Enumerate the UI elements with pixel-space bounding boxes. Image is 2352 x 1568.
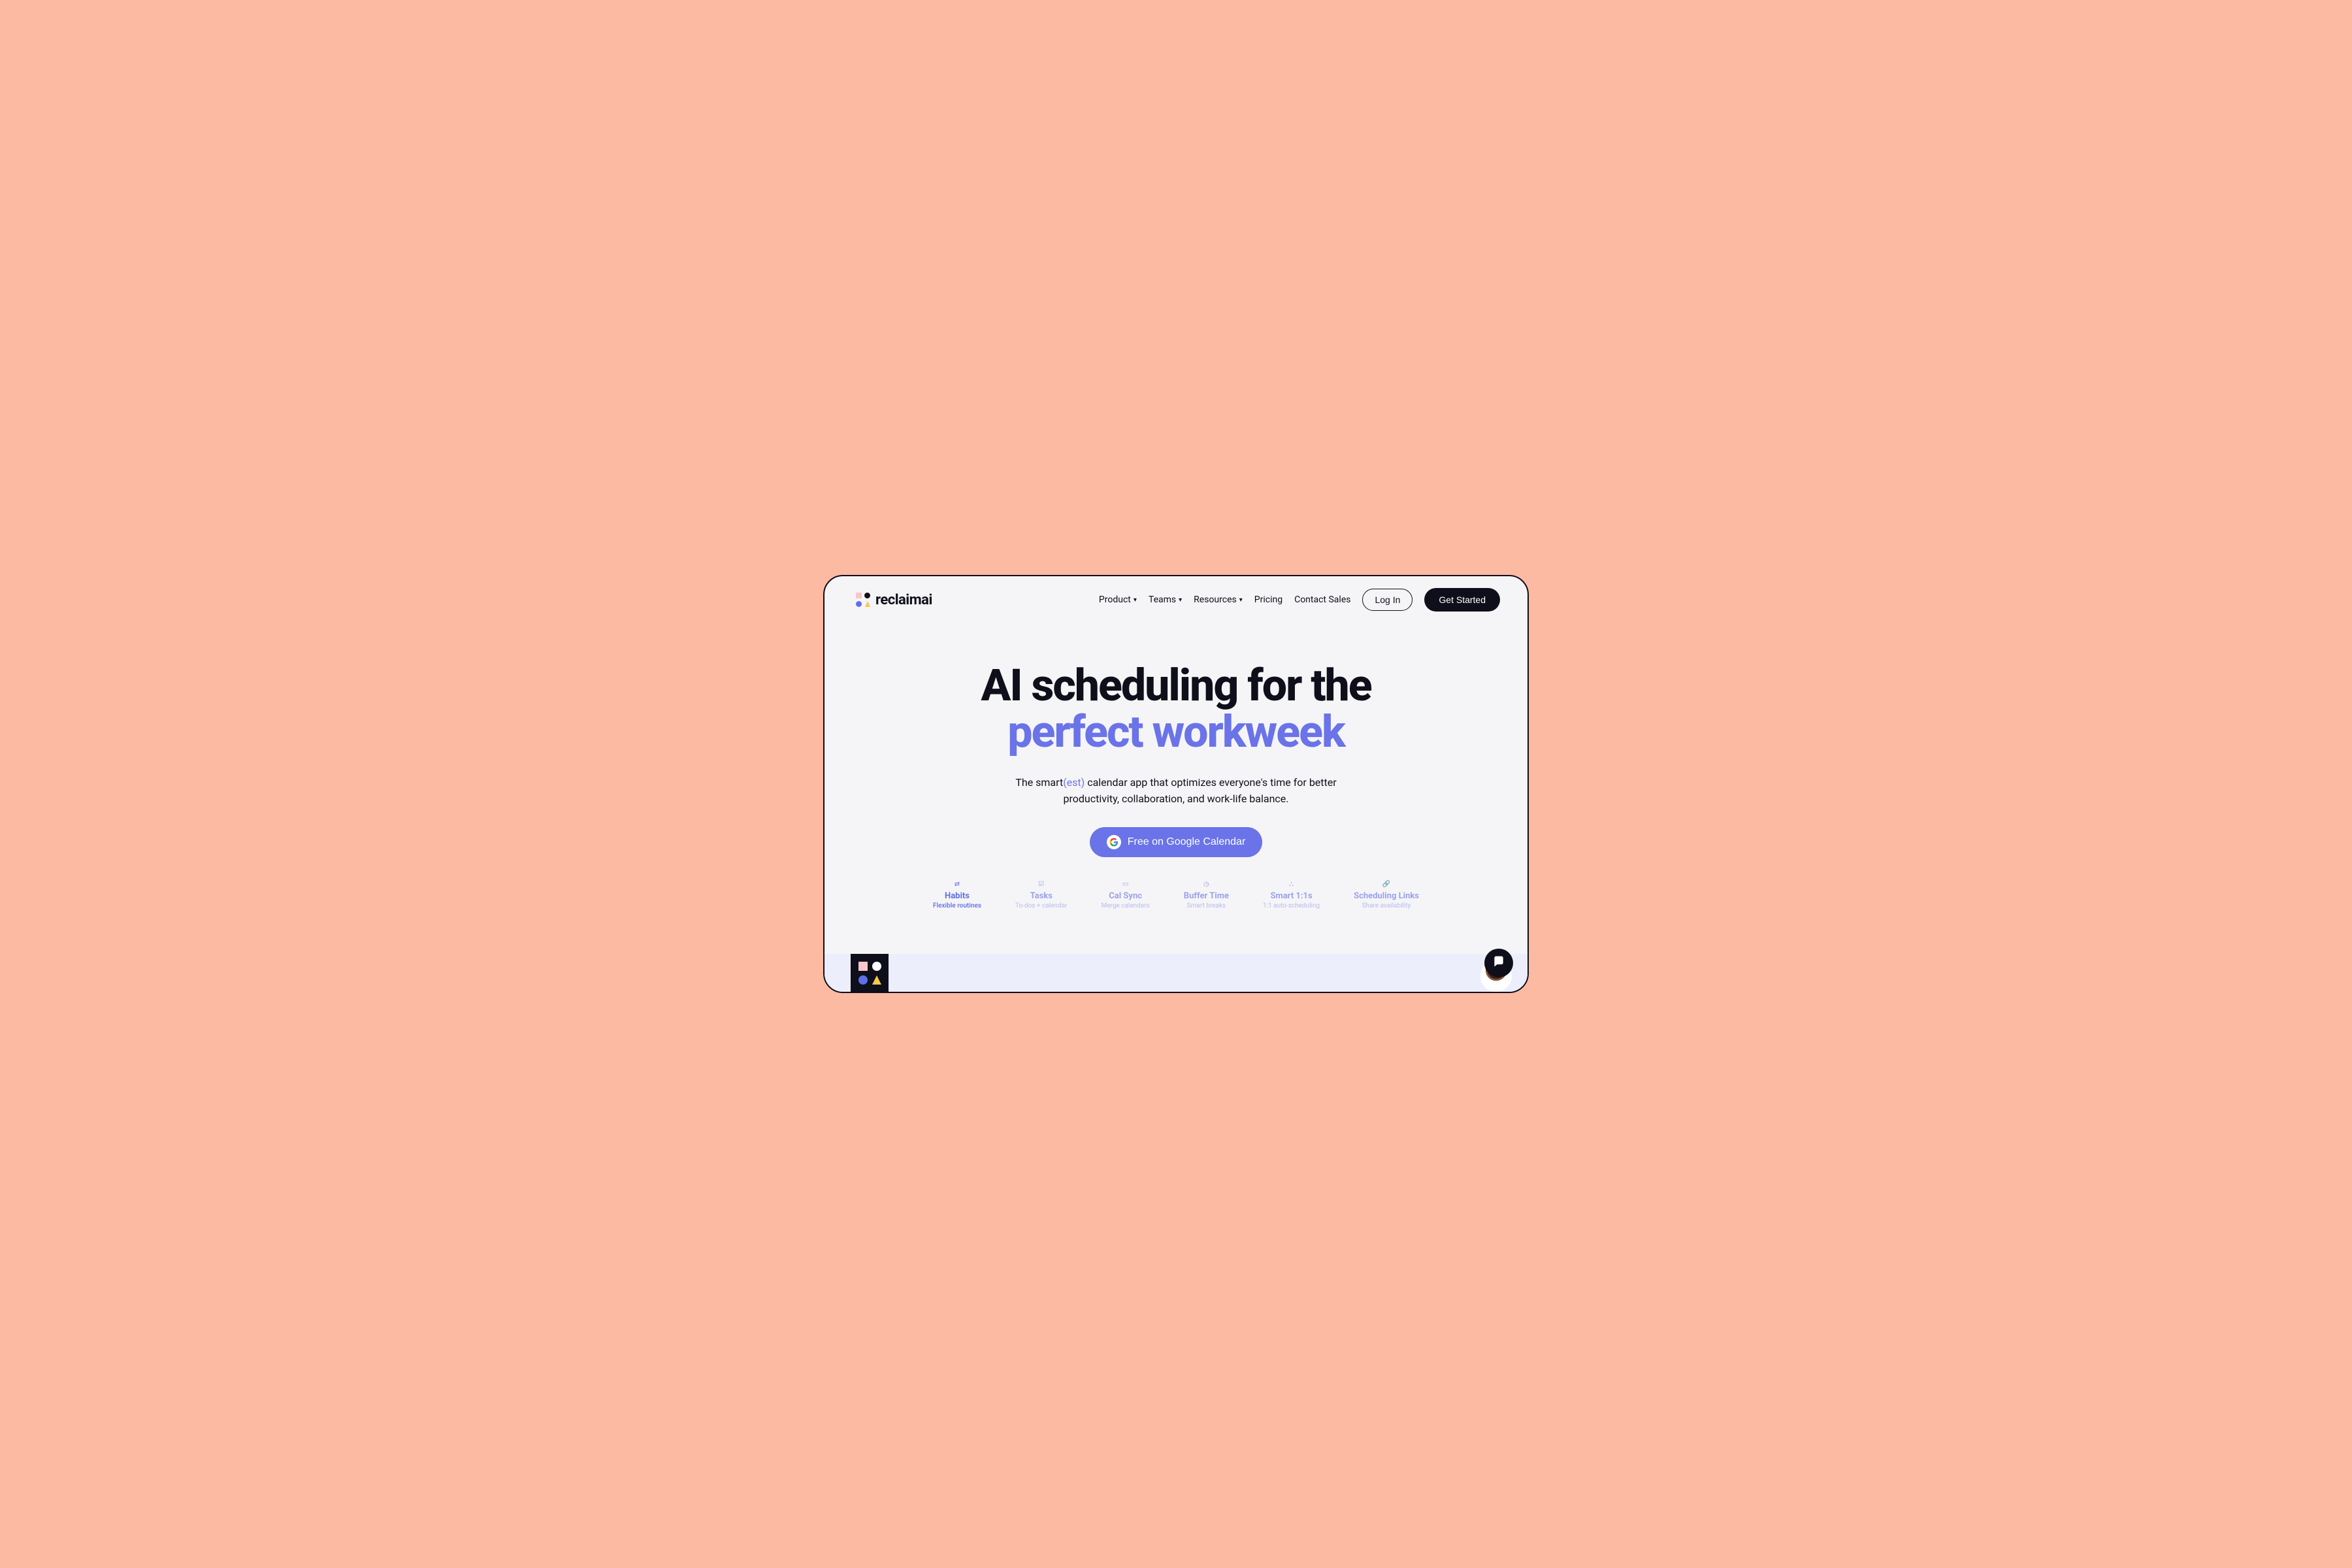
cta-label: Free on Google Calendar [1128,836,1246,848]
feature-tabs: ⇄ Habits Flexible routines ☑ Tasks To-do… [933,881,1419,909]
brand-name: reclaimai [875,592,932,608]
chat-icon [1492,955,1505,971]
hero-section: AI scheduling for the perfect workweek T… [825,623,1527,945]
nav-item-contact-sales[interactable]: Contact Sales [1294,595,1350,605]
brand-badge [851,954,889,992]
nav-right: Product ▾ Teams ▾ Resources ▾ Pricing Co… [1099,588,1500,612]
google-icon [1107,835,1121,849]
get-started-button[interactable]: Get Started [1424,588,1500,612]
google-calendar-cta-button[interactable]: Free on Google Calendar [1090,827,1263,857]
chevron-down-icon: ▾ [1179,596,1182,604]
link-icon: 🔗 [1382,881,1390,890]
feature-tab-cal-sync[interactable]: ▭ Cal Sync Merge calendars [1102,881,1150,909]
login-button[interactable]: Log In [1362,589,1413,611]
nav-item-pricing[interactable]: Pricing [1254,595,1282,605]
nav-item-teams[interactable]: Teams ▾ [1149,595,1182,605]
feature-tab-tasks[interactable]: ☑ Tasks To-dos + calendar [1015,881,1068,909]
nav-item-product[interactable]: Product ▾ [1099,595,1137,605]
nav-item-resources[interactable]: Resources ▾ [1194,595,1243,605]
calendar-icon: ▭ [1122,881,1128,890]
feature-tab-scheduling-links[interactable]: 🔗 Scheduling Links Share availability [1354,881,1419,909]
clock-icon: ◷ [1203,881,1209,890]
brand-logo[interactable]: reclaimai [856,592,932,608]
people-icon: ⛬ [1289,881,1294,890]
chevron-down-icon: ▾ [1134,596,1137,604]
chat-launcher-button[interactable] [1484,949,1513,977]
feature-tab-smart-11s[interactable]: ⛬ Smart 1:1s 1:1 auto-scheduling [1263,881,1320,909]
check-icon: ☑ [1038,881,1044,890]
hero-illustration-strip [825,954,1527,992]
feature-tab-buffer-time[interactable]: ◷ Buffer Time Smart breaks [1184,881,1229,909]
repeat-icon: ⇄ [955,881,960,890]
top-nav: reclaimai Product ▾ Teams ▾ Resources ▾ … [825,576,1527,623]
hero-headline: AI scheduling for the perfect workweek [981,662,1371,756]
feature-tab-habits[interactable]: ⇄ Habits Flexible routines [933,881,981,909]
browser-frame: reclaimai Product ▾ Teams ▾ Resources ▾ … [823,575,1529,993]
brand-logomark [856,593,870,607]
chevron-down-icon: ▾ [1239,596,1243,604]
hero-subhead: The smart(est) calendar app that optimiz… [993,774,1359,808]
